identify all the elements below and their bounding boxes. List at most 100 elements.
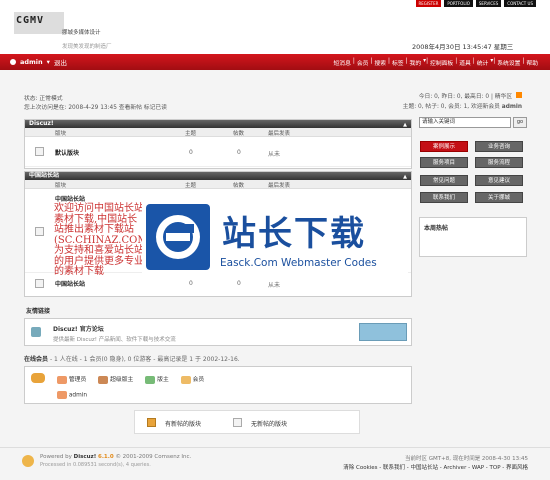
forum-icon-legend: 有新帖的版块 无新帖的版块	[134, 410, 360, 434]
hot-posts-box: 本周热帖	[419, 217, 527, 257]
online-title: 在线会员	[24, 356, 49, 363]
forum-name[interactable]: 中国站长站	[55, 194, 85, 203]
no-new-posts-icon	[233, 418, 242, 427]
new-posts-icon	[147, 418, 156, 427]
footer-divider	[0, 447, 550, 448]
role-super-mod: 超级版主	[98, 374, 133, 384]
friend-link-name[interactable]: Discuz! 官方论坛	[53, 324, 104, 333]
footer-links[interactable]: 清除 Cookies - 联系我们 - 中国站长站 - Archiver - W…	[343, 463, 528, 471]
nav-user-area: admin ▾ 退出	[10, 57, 67, 67]
forum-posts: 0	[237, 149, 241, 156]
new-member-link[interactable]: admin	[502, 104, 522, 110]
friend-links-title: 友情链接	[26, 308, 51, 315]
role-mod: 版主	[145, 374, 169, 384]
nav-item-stats[interactable]: 统计	[477, 58, 489, 67]
forum-name[interactable]: 中国站长站	[55, 279, 85, 288]
user-menu-chevron-icon[interactable]: ▾	[47, 58, 50, 66]
services-link[interactable]: SERVICES	[475, 0, 502, 7]
rss-icon[interactable]	[516, 92, 522, 98]
forum-lastpost: 从未	[268, 151, 281, 158]
col-posts: 帖数	[233, 131, 245, 137]
discuz-banner[interactable]	[359, 323, 407, 341]
copyright: © 2001-2009 Comsenz Inc.	[115, 454, 192, 460]
search-input[interactable]: 请输入关键词	[419, 117, 511, 128]
forum-topics: 0	[189, 149, 193, 156]
faq-button[interactable]: 常见问题	[420, 175, 468, 186]
forum-row: 默认版块 0 0 从未	[25, 137, 411, 167]
last-visit: 您上次访问是在: 2008-4-29 13:45 查看新帖 标记已读	[24, 105, 167, 111]
top-links: REGISTER PORTFOLIO SERVICES CONTACT US	[415, 0, 536, 7]
portfolio-link[interactable]: PORTFOLIO	[444, 0, 473, 7]
category-title[interactable]: 中国站长站	[29, 172, 59, 179]
col-lastpost: 最后发表	[268, 183, 291, 189]
forum-status-icon	[35, 147, 44, 156]
showcase-button[interactable]: 案例展示	[420, 141, 468, 152]
discuz-link[interactable]: Discuz!	[74, 454, 97, 460]
category-header: Discuz! ▲	[25, 120, 411, 128]
col-topics: 主题	[185, 183, 197, 189]
col-lastpost: 最后发表	[268, 131, 291, 137]
user-icon	[10, 59, 16, 65]
forum-name[interactable]: 默认版块	[55, 148, 79, 157]
admin-user-icon	[57, 391, 67, 399]
category-title[interactable]: Discuz!	[29, 120, 54, 127]
nav-item-mine[interactable]: 我的	[410, 58, 422, 67]
col-forum: 版块	[55, 131, 67, 137]
friend-link-card: Discuz! 官方论坛 提供最新 Discuz! 产品新闻、软件下载与技术交流	[24, 318, 412, 346]
nav-menu: 短消息 | 会员 | 搜索 | 标签 | 我的 ▾| 控制面板 | 道具 | 统计 ▾| 系统设…	[333, 58, 539, 67]
today-stats: 今日: 0, 昨日: 0, 最高日: 0 | 精华区	[419, 91, 522, 100]
nav-item-help[interactable]: 帮助	[526, 58, 538, 67]
services-button[interactable]: 服务项目	[420, 157, 468, 168]
status-mode: 状态: 正常模式	[24, 96, 63, 102]
header-datetime: 2008年4月30日 13:45:47 星期三	[412, 43, 514, 51]
col-posts: 帖数	[233, 183, 245, 189]
nav-item-settings[interactable]: 系统设置	[497, 58, 520, 67]
register-link[interactable]: REGISTER	[415, 0, 442, 7]
friend-links: 友情链接 Discuz! 官方论坛 提供最新 Discuz! 产品新闻、软件下载…	[24, 306, 412, 346]
board-stats: 主题: 0, 帖子: 0, 会员: 1, 欢迎新会员 admin	[403, 101, 522, 110]
column-headers: 版块 主题 帖数 最后发表	[25, 180, 411, 189]
feedback-button[interactable]: 意见建议	[475, 175, 523, 186]
role-member: 会员	[180, 374, 204, 384]
online-summary: - 1 人在线 - 1 会员(0 隐身), 0 位游客 - 最高记录是 1 于 …	[49, 356, 240, 363]
forum-status-icon	[35, 279, 44, 288]
logo-subtitle: 挪城多媒体设计	[62, 30, 101, 36]
nav-username[interactable]: admin	[20, 58, 43, 66]
nav-item-tools[interactable]: 道具	[459, 58, 471, 67]
online-header: 在线会员 - 1 人在线 - 1 会员(0 隐身), 0 位游客 - 最高记录是…	[24, 354, 240, 363]
site-logo[interactable]: CGMV	[16, 15, 44, 26]
col-forum: 版块	[55, 183, 67, 189]
column-headers: 版块 主题 帖数 最后发表	[25, 128, 411, 137]
mod-role-icon	[145, 375, 156, 384]
discuz-version: 6.1.0	[98, 454, 114, 460]
nav-item-cp[interactable]: 控制面板	[430, 58, 453, 67]
forum-category-discuz: Discuz! ▲ 版块 主题 帖数 最后发表 默认版块 0 0 从未	[24, 119, 412, 169]
online-user[interactable]: admin	[57, 391, 87, 399]
nav-item-pm[interactable]: 短消息	[334, 58, 351, 67]
super-mod-role-icon	[98, 375, 109, 384]
site-slogan: 发现美发现的制造厂	[62, 44, 112, 50]
footer-time: 当前时区 GMT+8, 现在时间是 2008-4-30 13:45	[404, 456, 528, 462]
col-topics: 主题	[185, 131, 197, 137]
hot-posts-title: 本周热帖	[424, 225, 449, 232]
forum-status-icon	[35, 227, 44, 236]
online-users-icon	[31, 373, 45, 383]
about-button[interactable]: 关于挪城	[475, 192, 523, 203]
friend-link-desc: 提供最新 Discuz! 产品新闻、软件下载与技术交流	[53, 337, 176, 343]
forum-topics: 0	[189, 280, 193, 287]
nav-item-members[interactable]: 会员	[357, 58, 369, 67]
search-button[interactable]: go	[513, 117, 527, 128]
consult-button[interactable]: 业务咨询	[475, 141, 523, 152]
forum-posts: 0	[237, 280, 241, 287]
nav-item-search[interactable]: 搜索	[374, 58, 386, 67]
contact-button[interactable]: 联系我们	[420, 192, 468, 203]
watermark-en-title: Easck.Com Webmaster Codes	[220, 257, 377, 269]
process-button[interactable]: 服务流程	[475, 157, 523, 168]
contact-link[interactable]: CONTACT US	[504, 0, 536, 7]
logout-link[interactable]: 退出	[54, 57, 67, 67]
discuz-footer-icon	[22, 455, 34, 467]
nav-item-tags[interactable]: 标签	[392, 58, 404, 67]
powered-by: Powered by Discuz! 6.1.0 © 2001-2009 Com…	[40, 454, 192, 460]
admin-role-icon	[57, 375, 67, 384]
online-panel: 管理员 超级版主 版主 会员 admin	[24, 366, 412, 404]
